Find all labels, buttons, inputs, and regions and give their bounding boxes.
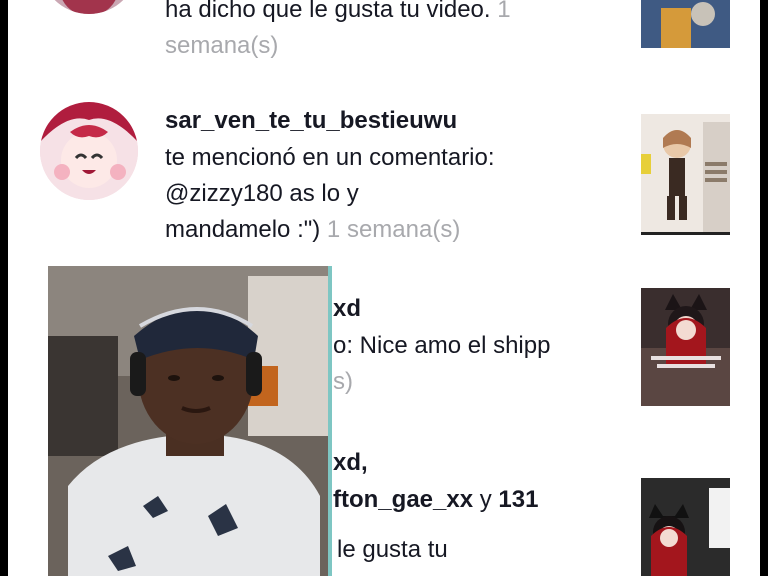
webcam-overlay bbox=[48, 266, 332, 576]
notification-time: 1 semana(s) bbox=[326, 216, 461, 243]
user-avatar[interactable] bbox=[40, 102, 138, 200]
notification-others-count: 131 bbox=[498, 486, 539, 513]
right-edge bbox=[760, 0, 768, 576]
notification-message-line: @zizzy180 as lo y bbox=[165, 180, 359, 207]
notification-message-line: le gusta tu bbox=[337, 536, 448, 563]
notification-message-line: o: Nice amo el shipp bbox=[333, 332, 551, 359]
video-thumbnail[interactable] bbox=[641, 114, 730, 235]
notification-content: sar_ven_te_tu_bestieuwu te mencionó en u… bbox=[165, 106, 615, 248]
video-thumbnail[interactable] bbox=[641, 288, 730, 406]
notification-message: ha dicho que le gusta tu video. bbox=[165, 0, 491, 23]
notification-message-line: te mencionó en un comentario: bbox=[165, 144, 495, 171]
thumbnail-image-icon bbox=[641, 114, 730, 232]
avatar-image-icon bbox=[40, 102, 138, 200]
video-thumbnail[interactable] bbox=[641, 0, 730, 48]
notification-username[interactable]: sar_ven_te_tu_bestieuwu bbox=[165, 106, 615, 136]
person-video-icon bbox=[48, 266, 328, 576]
notification-other-user[interactable]: fton_gae_xx bbox=[333, 486, 473, 513]
notifications-screen: ha dicho que le gusta tu video. 1 semana… bbox=[0, 0, 768, 576]
notification-content: ha dicho que le gusta tu video. 1 semana… bbox=[165, 0, 615, 64]
notification-message-line: mandamelo :") bbox=[165, 216, 321, 243]
left-edge bbox=[0, 0, 8, 576]
notification-username[interactable]: xd bbox=[333, 294, 623, 324]
user-avatar[interactable] bbox=[40, 0, 138, 14]
notification-username[interactable]: xd, bbox=[333, 448, 623, 478]
notification-joiner: y bbox=[479, 486, 492, 513]
thumbnail-image-icon bbox=[641, 0, 730, 48]
video-thumbnail[interactable] bbox=[641, 478, 730, 576]
notification-content: xd, fton_gae_xx y 131 le gusta tu bbox=[333, 448, 623, 568]
avatar-image-icon bbox=[40, 0, 138, 14]
thumbnail-image-icon bbox=[641, 288, 730, 406]
notification-time: s) bbox=[333, 368, 353, 395]
thumbnail-image-icon bbox=[641, 478, 730, 576]
notification-content: xd o: Nice amo el shipp s) bbox=[333, 294, 623, 400]
